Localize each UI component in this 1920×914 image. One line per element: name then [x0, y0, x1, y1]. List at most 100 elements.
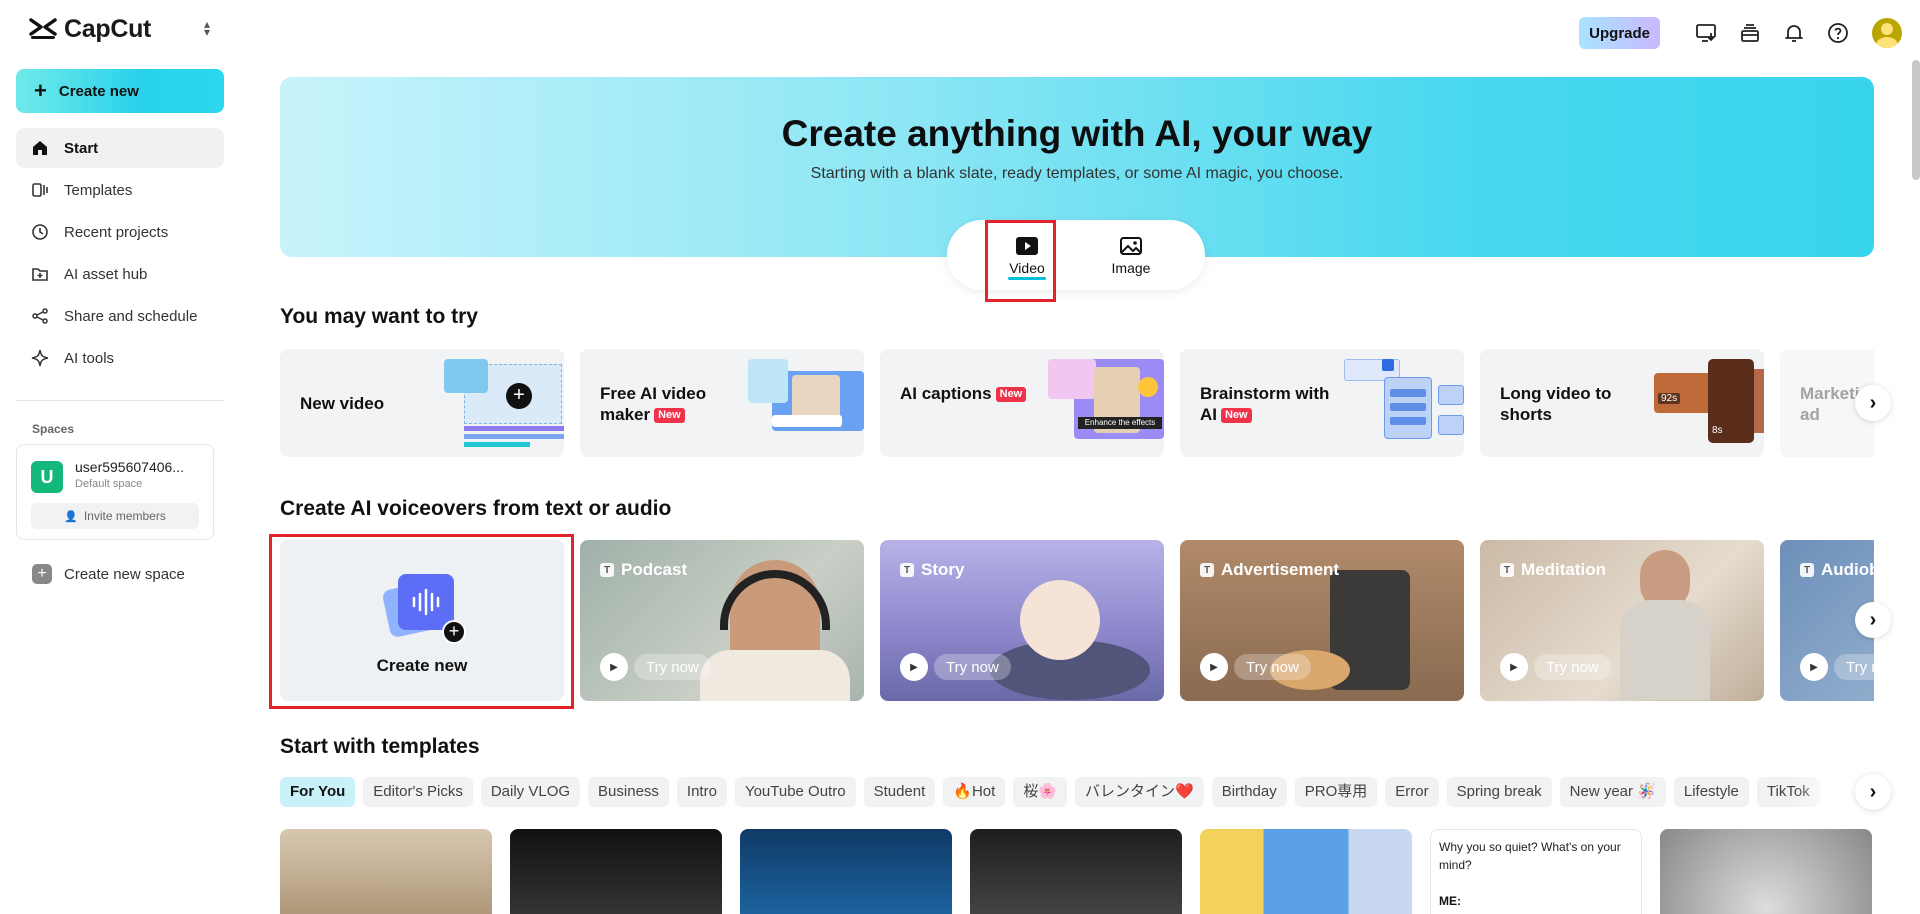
template-thumbnail[interactable] [740, 829, 952, 914]
chip-valentine[interactable]: バレンタイン❤️ [1075, 777, 1204, 807]
templates-icon [30, 180, 50, 200]
brainstorm-illustration [1344, 359, 1464, 449]
user-avatar[interactable] [1872, 18, 1902, 48]
voiceover-next-arrow-icon[interactable]: › [1855, 602, 1891, 638]
try-card-label: Long video to shorts [1500, 384, 1612, 424]
hero-title: Create anything with AI, your way [781, 113, 1373, 154]
active-tab-indicator [1008, 277, 1046, 280]
chip-student[interactable]: Student [863, 777, 936, 807]
sidebar-item-share-and-schedule[interactable]: Share and schedule [16, 296, 224, 336]
chip-youtube-outro[interactable]: YouTube Outro [734, 777, 856, 807]
voiceover-card-title: TAudiobook [1800, 560, 1874, 580]
text-icon: T [900, 563, 914, 577]
sidebar-item-ai-tools[interactable]: AI tools [16, 338, 224, 378]
sidebar-item-ai-asset-hub[interactable]: AI asset hub [16, 254, 224, 294]
try-next-arrow-icon[interactable]: › [1855, 385, 1891, 421]
try-card-brainstorm-with-ai[interactable]: Brainstorm with AI New [1180, 349, 1464, 457]
try-card-long-video-to-shorts[interactable]: Long video to shorts 92s 8s [1480, 349, 1764, 457]
upgrade-button[interactable]: Upgrade [1579, 17, 1660, 49]
invite-members-label: Invite members [83, 509, 166, 523]
chip-spring-break[interactable]: Spring break [1446, 777, 1552, 807]
page-scrollbar[interactable] [1912, 60, 1920, 180]
sidebar-item-start[interactable]: Start [16, 128, 224, 168]
help-icon[interactable] [1824, 19, 1852, 47]
chips-next-arrow-icon[interactable]: › [1855, 774, 1891, 810]
tab-image[interactable]: Image [1091, 220, 1171, 290]
workspace-switch-icon[interactable]: ▴ ▾ [204, 18, 210, 38]
bell-icon[interactable] [1780, 19, 1808, 47]
sidebar-item-templates[interactable]: Templates [16, 170, 224, 210]
section-title-try: You may want to try [280, 305, 478, 328]
sidebar-item-label: Templates [64, 181, 133, 199]
chip-daily-vlog[interactable]: Daily VLOG [480, 777, 581, 807]
mode-switch: Video Image [947, 220, 1205, 290]
try-card-label: New video [300, 394, 385, 413]
tab-video[interactable]: Video [987, 220, 1067, 290]
try-now-button[interactable]: ▶Try now [1800, 653, 1874, 681]
try-card-label: AI captions New [900, 383, 1050, 404]
template-thumbnail[interactable]: Why you so quiet? What's on your mind? M… [1430, 829, 1642, 914]
chip-editors-picks[interactable]: Editor's Picks [363, 777, 473, 807]
template-thumbnail[interactable] [1200, 829, 1412, 914]
template-thumbnail[interactable] [280, 829, 492, 914]
chip-new-year[interactable]: New year 🪅 [1559, 777, 1666, 807]
clock-icon [30, 222, 50, 242]
asset-hub-icon [30, 264, 50, 284]
voiceover-card-meditation[interactable]: T Meditation ▶ Try now [1480, 540, 1764, 701]
voiceover-card-story[interactable]: T Story ▶ Try now [880, 540, 1164, 701]
text-icon: T [1500, 563, 1514, 577]
chip-pro-only[interactable]: PRO専用 [1294, 777, 1378, 807]
create-new-label: Create new [58, 82, 139, 100]
chip-intro[interactable]: Intro [676, 777, 727, 807]
tab-video-label: Video [1009, 260, 1045, 276]
chip-hot[interactable]: 🔥Hot [943, 777, 1006, 807]
chip-lifestyle[interactable]: Lifestyle [1673, 777, 1749, 807]
voiceover-cards-row: + Create new T Podcast ▶ Try now T Story ▶ T… [280, 540, 1874, 701]
chip-for-you[interactable]: For You [280, 777, 356, 807]
space-name: user595607406... [75, 459, 184, 475]
try-now-button[interactable]: ▶Try now [600, 653, 711, 681]
home-icon [30, 138, 50, 158]
voiceover-card-advertisement[interactable]: T Advertisement ▶ Try now [1180, 540, 1464, 701]
chip-error[interactable]: Error [1385, 777, 1439, 807]
sidebar-item-recent-projects[interactable]: Recent projects [16, 212, 224, 252]
sidebar-item-label: AI asset hub [64, 265, 148, 283]
create-new-space-button[interactable]: + Create new space [32, 564, 185, 584]
voiceover-card-title: T Podcast [600, 560, 687, 580]
try-card-ai-captions[interactable]: AI captions New Enhance the effects [880, 349, 1164, 457]
template-thumbnail[interactable] [970, 829, 1182, 914]
sidebar-divider [16, 400, 224, 401]
try-card-free-ai-video-maker[interactable]: Free AI video maker New [580, 349, 864, 457]
try-card-new-video[interactable]: New video + [280, 349, 564, 457]
voiceover-card-podcast[interactable]: T Podcast ▶ Try now [580, 540, 864, 701]
template-thumbnail[interactable] [1660, 829, 1872, 914]
chip-birthday[interactable]: Birthday [1211, 777, 1287, 807]
invite-members-button[interactable]: 👤 Invite members [31, 503, 199, 529]
template-thumbnails-row: Why you so quiet? What's on your mind? M… [280, 829, 1874, 914]
duration-badge: 92s [1658, 393, 1681, 404]
try-now-button[interactable]: ▶Try now [900, 653, 1011, 681]
voiceover-create-new-card[interactable]: + Create new [280, 540, 564, 701]
logo-row[interactable]: CapCut ▴ ▾ [28, 14, 220, 44]
try-now-button[interactable]: ▶Try now [1200, 653, 1311, 681]
chip-sakura[interactable]: 桜🌸 [1013, 777, 1068, 807]
create-new-button[interactable]: + Create new [16, 69, 224, 113]
space-card[interactable]: U user595607406... Default space 👤 Invit… [16, 444, 214, 540]
chip-business[interactable]: Business [588, 777, 669, 807]
text-icon: T [1800, 563, 1814, 577]
create-new-space-label: Create new space [64, 565, 185, 583]
template-thumbnail[interactable] [510, 829, 722, 914]
try-card-label: Brainstorm with AI New [1200, 384, 1330, 424]
new-video-illustration: + [444, 359, 564, 449]
desktop-download-icon[interactable] [1692, 19, 1720, 47]
new-badge: New [1221, 408, 1252, 424]
capcut-app: CapCut ▴ ▾ + Create new Start Templates R… [0, 0, 1920, 914]
stack-icon[interactable] [1736, 19, 1764, 47]
space-avatar: U [31, 461, 63, 493]
sidebar-item-label: Share and schedule [64, 307, 198, 325]
try-now-button[interactable]: ▶Try now [1500, 653, 1611, 681]
template-card-text: Why you so quiet? What's on your mind? [1439, 840, 1621, 872]
space-subtitle: Default space [75, 478, 143, 490]
voiceover-create-label: Create new [376, 656, 468, 675]
plus-icon: + [34, 78, 47, 103]
